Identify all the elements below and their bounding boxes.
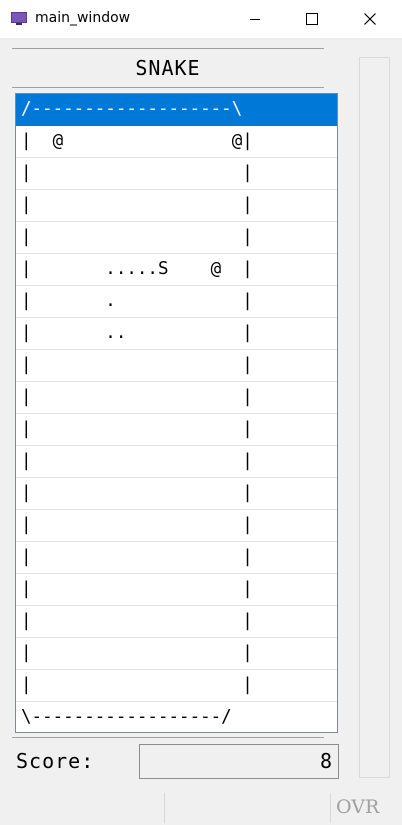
board-row[interactable]: | @ @|	[16, 126, 337, 158]
board-row[interactable]: | |	[16, 574, 337, 606]
game-title: SNAKE	[135, 56, 201, 80]
board-row[interactable]: /-------------------\	[16, 94, 337, 126]
app-window-icon	[11, 11, 27, 25]
close-icon	[364, 10, 376, 29]
board-row[interactable]: | |	[16, 510, 337, 542]
board-row[interactable]: | |	[16, 350, 337, 382]
title-bar: main_window	[0, 0, 402, 38]
overwrite-mode-indicator: OVR	[336, 796, 380, 818]
top-separator	[12, 48, 324, 49]
score-label: Score:	[16, 749, 95, 773]
board-row[interactable]: | |	[16, 446, 337, 478]
close-button[interactable]	[347, 0, 393, 38]
board-row[interactable]: | |	[16, 670, 337, 702]
board-row[interactable]: | |	[16, 382, 337, 414]
scrollbar-track[interactable]	[359, 57, 390, 778]
maximize-icon	[306, 10, 318, 29]
game-board-list[interactable]: /-------------------\ | @ @| | | | | | | | ..…	[15, 93, 338, 733]
minimize-icon	[249, 10, 261, 29]
board-row[interactable]: | |	[16, 542, 337, 574]
title-separator	[12, 87, 324, 88]
board-row[interactable]: | |	[16, 222, 337, 254]
bottom-separator	[12, 737, 324, 738]
minimize-button[interactable]	[232, 0, 278, 38]
board-row[interactable]: | |	[16, 190, 337, 222]
status-separator	[330, 793, 331, 823]
maximize-button[interactable]	[289, 0, 335, 38]
score-display: 8	[139, 744, 339, 779]
status-separator	[164, 793, 165, 823]
board-row[interactable]: | .....S @ |	[16, 254, 337, 286]
window-title: main_window	[35, 10, 131, 26]
board-row[interactable]: | . |	[16, 286, 337, 318]
board-row[interactable]: | |	[16, 638, 337, 670]
board-row[interactable]: | |	[16, 606, 337, 638]
board-row[interactable]: | |	[16, 158, 337, 190]
board-row[interactable]: | |	[16, 478, 337, 510]
board-row[interactable]: \------------------/	[16, 702, 337, 732]
board-row[interactable]: | .. |	[16, 318, 337, 350]
board-row[interactable]: | |	[16, 414, 337, 446]
